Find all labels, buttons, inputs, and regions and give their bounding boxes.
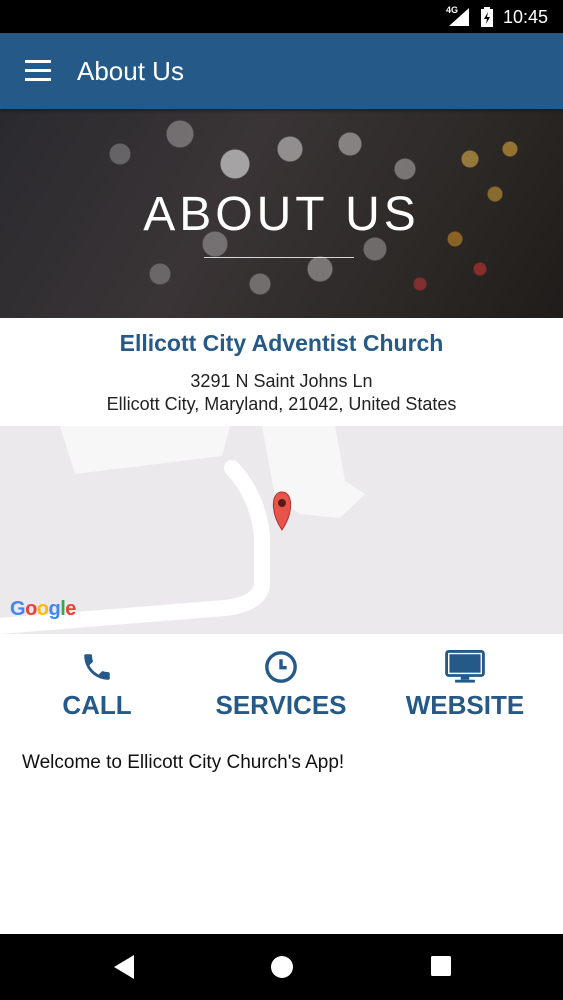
monitor-icon: [445, 650, 485, 683]
google-logo: Google: [10, 598, 76, 620]
back-icon[interactable]: [112, 954, 136, 980]
status-bar: 4G 10:45: [0, 0, 563, 33]
welcome-message: Welcome to Ellicott City Church's App!: [22, 752, 345, 773]
call-label: CALL: [62, 690, 132, 720]
services-button[interactable]: SERVICES: [196, 650, 366, 721]
system-nav-bar: [0, 934, 563, 1000]
website-button[interactable]: WEBSITE: [380, 650, 550, 721]
home-icon[interactable]: [269, 954, 295, 980]
phone-icon: [84, 654, 110, 680]
address-line-1: 3291 N Saint Johns Ln: [190, 371, 373, 391]
services-label: SERVICES: [215, 690, 347, 720]
recents-icon[interactable]: [429, 954, 453, 978]
map-pin-icon: [272, 491, 292, 531]
hero-title: ABOUT US: [143, 188, 420, 241]
app-bar: About Us: [0, 33, 563, 109]
clock-time: 10:45: [503, 7, 549, 27]
church-name: Ellicott City Adventist Church: [119, 330, 444, 356]
map-graphic: [0, 426, 365, 634]
church-info: Ellicott City Adventist Church 3291 N Sa…: [0, 318, 563, 426]
battery-icon: [481, 7, 493, 27]
website-label: WEBSITE: [405, 690, 525, 720]
signal-icon: [449, 8, 469, 26]
map-view[interactable]: Google: [0, 426, 563, 634]
menu-icon[interactable]: [25, 60, 51, 82]
clock-icon: [265, 651, 297, 683]
address-line-2: Ellicott City, Maryland, 21042, United S…: [106, 394, 457, 414]
hero-divider: [204, 257, 354, 258]
call-button[interactable]: CALL: [12, 650, 182, 721]
hero-banner: ABOUT US: [0, 109, 563, 318]
action-buttons: CALL SERVICES WEBSITE: [0, 634, 563, 744]
page-title: About Us: [77, 56, 184, 86]
